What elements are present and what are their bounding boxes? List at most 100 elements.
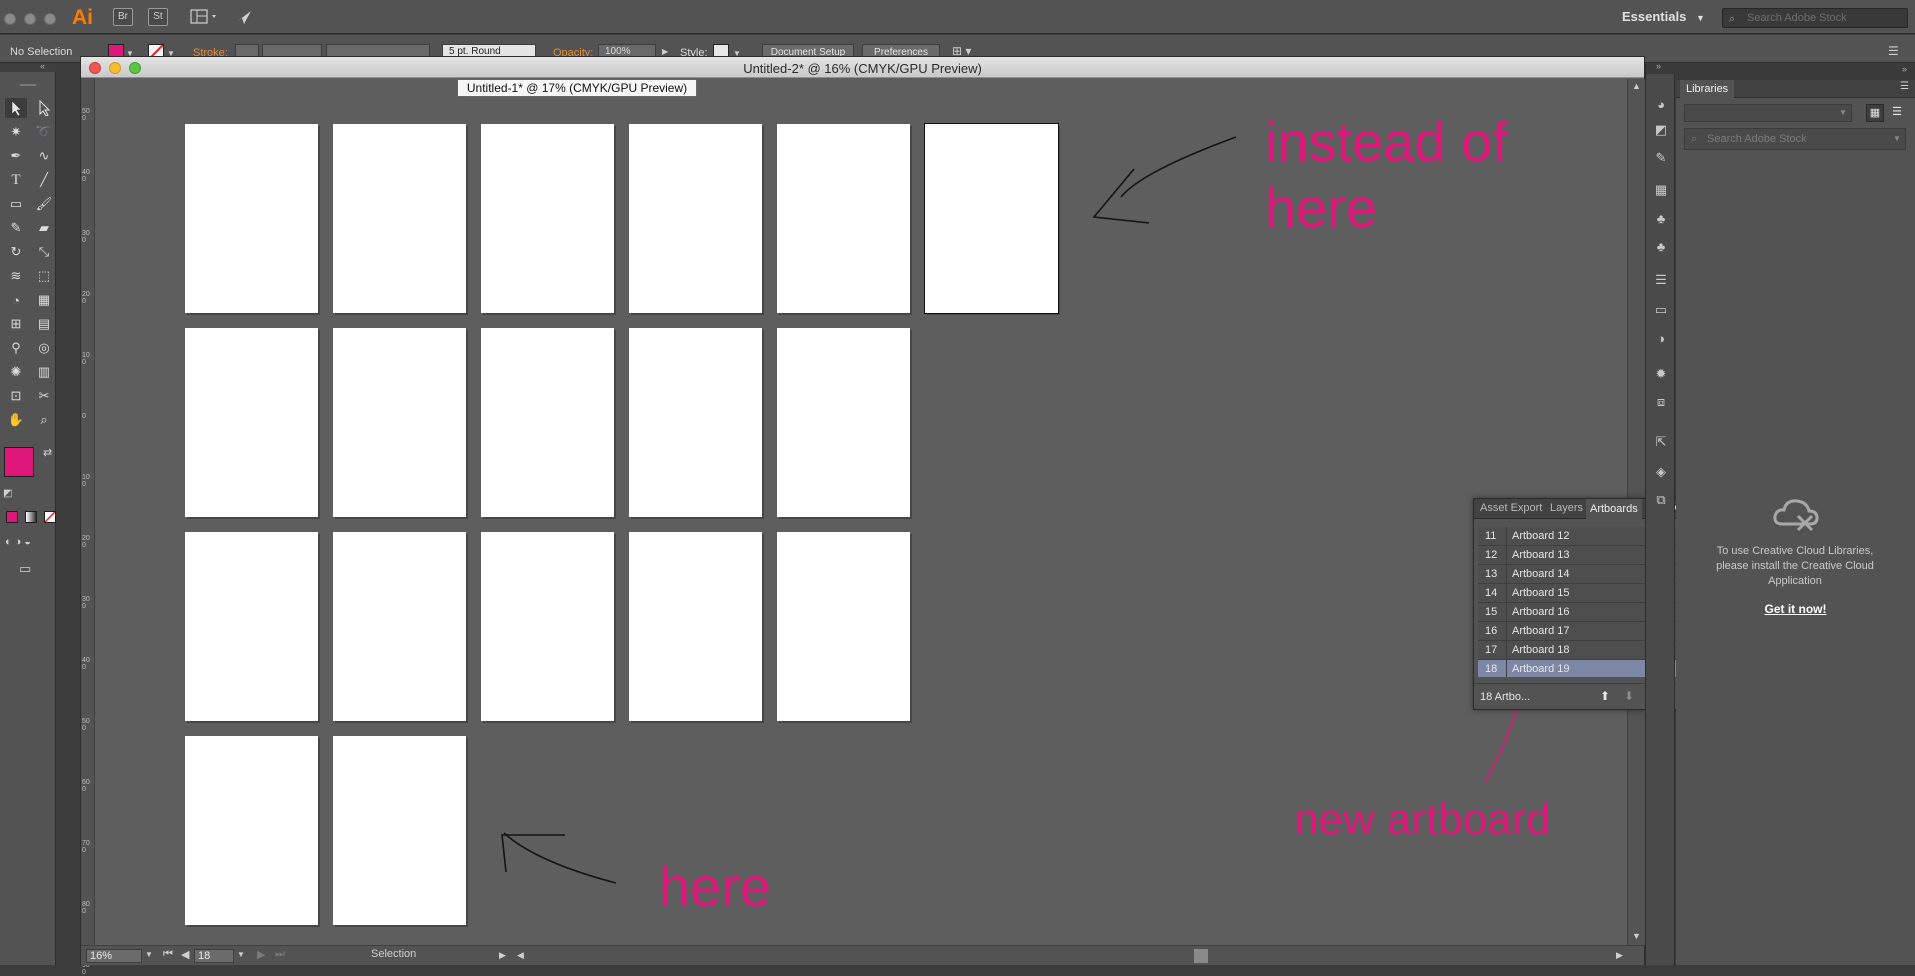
shaper-tool-icon[interactable]: ✎ — [5, 218, 27, 238]
swatches-icon[interactable]: ▦ — [1651, 180, 1671, 200]
panel-menu-icon[interactable]: ☰ — [1888, 44, 1899, 58]
panel-menu-icon[interactable]: ☰ — [1900, 81, 1909, 92]
first-artboard-icon[interactable]: ⏮ — [163, 948, 173, 961]
hand-tool-icon[interactable]: ✋ — [5, 410, 27, 430]
bridge-button[interactable]: Br — [113, 8, 133, 26]
tab-asset-export[interactable]: Asset Export — [1480, 502, 1542, 514]
fill-swatch[interactable] — [4, 447, 34, 477]
scale-tool-icon[interactable]: ⤡ — [33, 242, 55, 262]
artboard-row-name[interactable]: Artboard 18 — [1512, 644, 1569, 656]
appearance-icon[interactable]: ✹ — [1651, 364, 1671, 384]
layers-icon[interactable]: ◈ — [1651, 462, 1671, 482]
shape-builder-tool-icon[interactable]: ◔ — [5, 290, 27, 310]
artboard-navigation-field[interactable]: 18 — [194, 949, 234, 963]
artboard-tool-icon[interactable]: ⊡ — [5, 386, 27, 406]
libraries-dock-header[interactable]: » — [1676, 64, 1915, 80]
color-guide-icon[interactable]: ◕ — [1651, 94, 1671, 114]
chevron-down-icon[interactable]: ▼ — [145, 950, 153, 959]
line-segment-tool-icon[interactable]: ╱ — [33, 170, 55, 190]
adobe-stock-search-input[interactable]: ⌕ Search Adobe Stock — [1722, 8, 1908, 28]
current-tool-status[interactable]: Selection — [371, 948, 416, 960]
brushes-icon[interactable]: ✎ — [1651, 148, 1671, 168]
slice-tool-icon[interactable]: ✂ — [33, 386, 55, 406]
artboard-row-name[interactable]: Artboard 15 — [1512, 587, 1569, 599]
chevron-right-icon[interactable]: ▶ — [662, 47, 668, 56]
stock-button[interactable]: St — [148, 8, 168, 26]
scroll-left-icon[interactable]: ◀ — [517, 950, 524, 961]
dock-header[interactable]: » — [1646, 61, 1676, 74]
color-icon[interactable]: ◩ — [1651, 120, 1671, 140]
none-mode-button[interactable] — [44, 511, 56, 523]
move-up-icon[interactable]: ⬆ — [1600, 689, 1610, 703]
scroll-right-icon[interactable]: ▶ — [1616, 950, 1623, 961]
swap-colors-icon[interactable]: ⇄ — [43, 446, 52, 459]
list-view-button[interactable]: ☰ — [1888, 104, 1906, 122]
transparency-icon[interactable]: ◑ — [1651, 328, 1671, 348]
align-panel-icon[interactable]: ⧈ — [1651, 392, 1671, 412]
previous-artboard-icon[interactable]: ◀ — [181, 948, 189, 961]
tools-panel-header[interactable]: « — [0, 61, 56, 72]
column-graph-tool-icon[interactable]: ▥ — [33, 362, 55, 382]
graphic-styles-icon[interactable]: ♣ — [1651, 236, 1671, 256]
gradient-panel-icon[interactable]: ▭ — [1651, 300, 1671, 320]
tab-libraries[interactable]: Libraries — [1680, 80, 1735, 98]
move-down-icon[interactable]: ⬇ — [1624, 689, 1634, 703]
color-mode-button[interactable] — [6, 511, 18, 523]
tools-gripper[interactable] — [20, 84, 36, 86]
no-fill-icon — [45, 512, 55, 522]
symbols-icon[interactable]: ♣ — [1651, 208, 1671, 228]
eyedropper-tool-icon[interactable]: ⚲ — [5, 338, 27, 358]
zoom-tool-icon[interactable]: ⌕ — [33, 410, 55, 430]
rectangle-tool-icon[interactable]: ▭ — [5, 194, 27, 214]
screen-mode-icon[interactable]: ▭ — [19, 561, 31, 577]
app-zoom-dot[interactable] — [44, 13, 56, 25]
artboards-panel-icon[interactable]: ⧉ — [1651, 490, 1671, 510]
workspace-switcher[interactable]: Essentials ▼ — [1622, 9, 1705, 24]
artboard-row-name[interactable]: Artboard 13 — [1512, 549, 1569, 561]
perspective-grid-tool-icon[interactable]: ▦ — [33, 290, 55, 310]
default-colors-icon[interactable]: ◩ — [3, 488, 12, 499]
get-it-now-link[interactable]: Get it now! — [1676, 602, 1915, 616]
curvature-tool-icon[interactable]: ∿ — [33, 146, 55, 166]
artboard-row-name[interactable]: Artboard 12 — [1512, 530, 1569, 542]
libraries-stock-search-input[interactable]: ⌕ Search Adobe Stock ▼ — [1684, 128, 1906, 150]
eraser-tool-icon[interactable]: ▰ — [33, 218, 55, 238]
next-artboard-icon[interactable]: ▶ — [257, 948, 265, 961]
artboard-row-name[interactable]: Artboard 16 — [1512, 606, 1569, 618]
artboard-row-name[interactable]: Artboard 14 — [1512, 568, 1569, 580]
gradient-tool-icon[interactable]: ▤ — [33, 314, 55, 334]
status-menu-icon[interactable]: ▶ — [499, 950, 506, 961]
rotate-tool-icon[interactable]: ↻ — [5, 242, 27, 262]
free-transform-tool-icon[interactable]: ⬚ — [33, 266, 55, 286]
direct-selection-tool-icon[interactable] — [33, 98, 55, 118]
gradient-mode-button[interactable] — [25, 511, 37, 523]
artboard-row-name[interactable]: Artboard 17 — [1512, 625, 1569, 637]
blend-tool-icon[interactable]: ◎ — [33, 338, 55, 358]
app-close-dot[interactable] — [4, 13, 16, 25]
symbol-sprayer-tool-icon[interactable]: ✺ — [5, 362, 27, 382]
grid-view-button[interactable]: ▦ — [1866, 104, 1884, 122]
artboard-row-name[interactable]: Artboard 19 — [1512, 663, 1569, 675]
horizontal-scroll-thumb[interactable] — [1194, 949, 1208, 963]
arrange-documents-button[interactable] — [190, 8, 220, 26]
draw-modes-icon[interactable]: ◐◑◒ — [5, 536, 34, 548]
mesh-tool-icon[interactable]: ⊞ — [5, 314, 27, 334]
width-tool-icon[interactable]: ≋ — [5, 266, 27, 286]
magic-wand-tool-icon[interactable]: ✷ — [5, 122, 27, 142]
export-icon[interactable]: ⇱ — [1651, 432, 1671, 452]
pen-tool-icon[interactable]: ✒ — [5, 146, 27, 166]
lasso-tool-icon[interactable]: ➰ — [33, 122, 55, 142]
last-artboard-icon[interactable]: ⏭ — [275, 948, 285, 961]
app-minimize-dot[interactable] — [24, 13, 36, 25]
library-selector-dropdown[interactable]: ▼ — [1684, 104, 1852, 122]
tab-artboards[interactable]: Artboards — [1586, 499, 1642, 519]
chevron-down-icon[interactable]: ▼ — [237, 950, 245, 959]
zoom-level-field[interactable]: 16% — [86, 949, 142, 963]
tab-layers[interactable]: Layers — [1550, 502, 1583, 514]
control-bar-gripper[interactable] — [3, 35, 8, 63]
paintbrush-tool-icon[interactable]: 🖌 — [33, 194, 55, 214]
stroke-panel-icon[interactable]: ☰ — [1651, 270, 1671, 290]
gpu-performance-button[interactable] — [232, 8, 254, 26]
selection-tool-icon[interactable] — [5, 98, 27, 118]
type-tool-icon[interactable]: T — [5, 170, 27, 190]
